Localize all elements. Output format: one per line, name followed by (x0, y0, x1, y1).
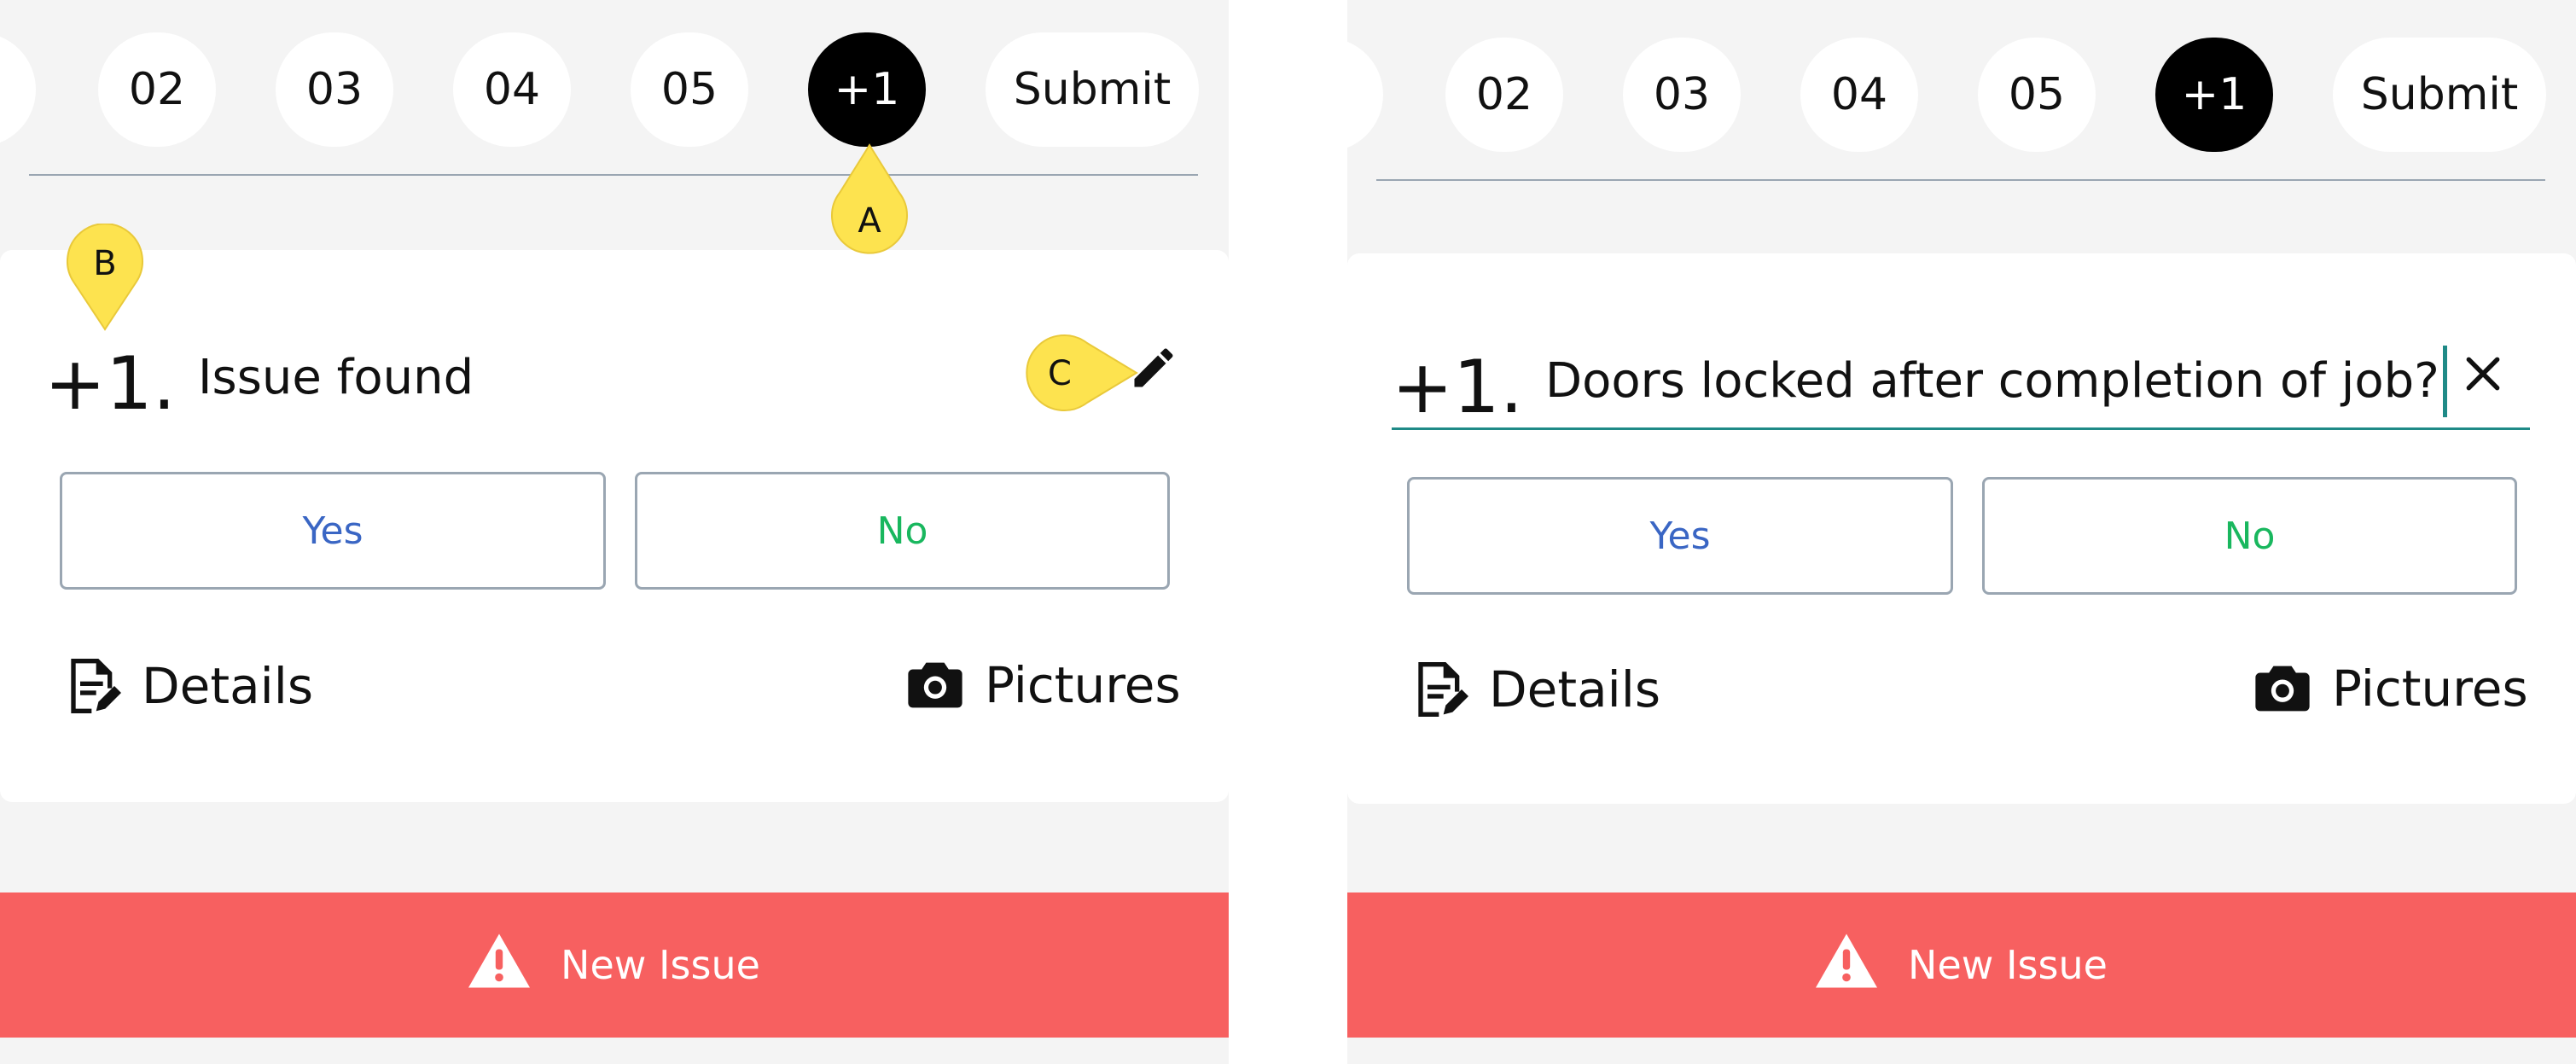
question-card: +1. Doors locked after completion of job… (1347, 253, 2576, 804)
warning-icon (468, 933, 531, 997)
camera-icon (908, 660, 962, 710)
pictures-label: Pictures (985, 656, 1181, 714)
step-02-label: 02 (128, 64, 186, 115)
yes-button[interactable]: Yes (60, 472, 606, 590)
no-button[interactable]: No (1982, 477, 2517, 595)
submit-label: Submit (1013, 64, 1172, 115)
callout-a: A (831, 143, 908, 254)
details-button[interactable]: Details (67, 656, 313, 716)
details-label: Details (1489, 660, 1661, 718)
callout-b-label: B (93, 244, 116, 283)
yes-label: Yes (1649, 514, 1711, 558)
close-icon[interactable] (2462, 352, 2504, 398)
step-plus-one-label: +1 (834, 64, 900, 115)
details-button[interactable]: Details (1414, 660, 1660, 719)
pictures-label: Pictures (2332, 660, 2528, 718)
question-text: Issue found (198, 350, 474, 405)
yes-label: Yes (302, 509, 363, 553)
step-01[interactable]: 1 (1347, 38, 1383, 152)
step-04-label: 04 (1830, 69, 1888, 120)
step-plus-one[interactable]: +1 (808, 32, 926, 147)
document-edit-icon (67, 656, 121, 716)
new-issue-label: New Issue (561, 942, 760, 988)
submit-label: Submit (2360, 69, 2519, 120)
question-number: +1. (1392, 345, 1524, 430)
new-issue-button[interactable]: New Issue (1347, 892, 2576, 1038)
step-05[interactable]: 05 (1978, 38, 2096, 152)
step-plus-one-label: +1 (2181, 69, 2247, 120)
step-03[interactable]: 03 (1623, 38, 1741, 152)
pictures-button[interactable]: Pictures (908, 656, 1181, 714)
document-edit-icon (1414, 660, 1468, 719)
step-plus-one[interactable]: +1 (2155, 38, 2273, 152)
callout-b: B (67, 224, 143, 331)
no-label: No (2224, 514, 2276, 558)
step-02[interactable]: 02 (1445, 38, 1563, 152)
step-05[interactable]: 05 (631, 32, 748, 147)
step-05-label: 05 (660, 64, 718, 115)
question-text-input[interactable]: Doors locked after completion of job? (1545, 358, 2439, 405)
camera-icon (2255, 664, 2310, 713)
callout-a-label: A (858, 201, 881, 241)
new-issue-button[interactable]: New Issue (0, 892, 1229, 1038)
new-issue-label: New Issue (1908, 942, 2108, 988)
details-label: Details (142, 657, 314, 715)
step-02-label: 02 (1475, 69, 1533, 120)
left-panel: 1 02 03 04 05 +1 Submit +1. Issue found … (0, 0, 1229, 1064)
warning-icon (1816, 933, 1878, 997)
right-panel: 1 02 03 04 05 +1 Submit +1. Doors locked… (1347, 0, 2576, 1064)
step-03-label: 03 (305, 64, 363, 115)
step-05-label: 05 (2008, 69, 2066, 120)
step-04[interactable]: 04 (453, 32, 571, 147)
question-number: +1. (44, 341, 177, 427)
step-02[interactable]: 02 (98, 32, 216, 147)
step-04-label: 04 (483, 64, 541, 115)
no-button[interactable]: No (635, 472, 1170, 590)
yes-button[interactable]: Yes (1407, 477, 1953, 595)
step-03[interactable]: 03 (276, 32, 393, 147)
stepper-divider (29, 174, 1198, 176)
edit-underline (1392, 427, 2530, 430)
no-label: No (876, 509, 928, 553)
step-03-label: 03 (1653, 69, 1711, 120)
text-caret (2443, 346, 2447, 417)
stepper-divider (1376, 179, 2545, 181)
submit-button[interactable]: Submit (2333, 38, 2546, 152)
submit-button[interactable]: Submit (986, 32, 1199, 147)
pictures-button[interactable]: Pictures (2255, 660, 2528, 718)
step-01[interactable]: 1 (0, 32, 36, 147)
callout-c-label: C (1048, 354, 1072, 393)
step-04[interactable]: 04 (1800, 38, 1918, 152)
callout-c: C (1026, 334, 1138, 411)
